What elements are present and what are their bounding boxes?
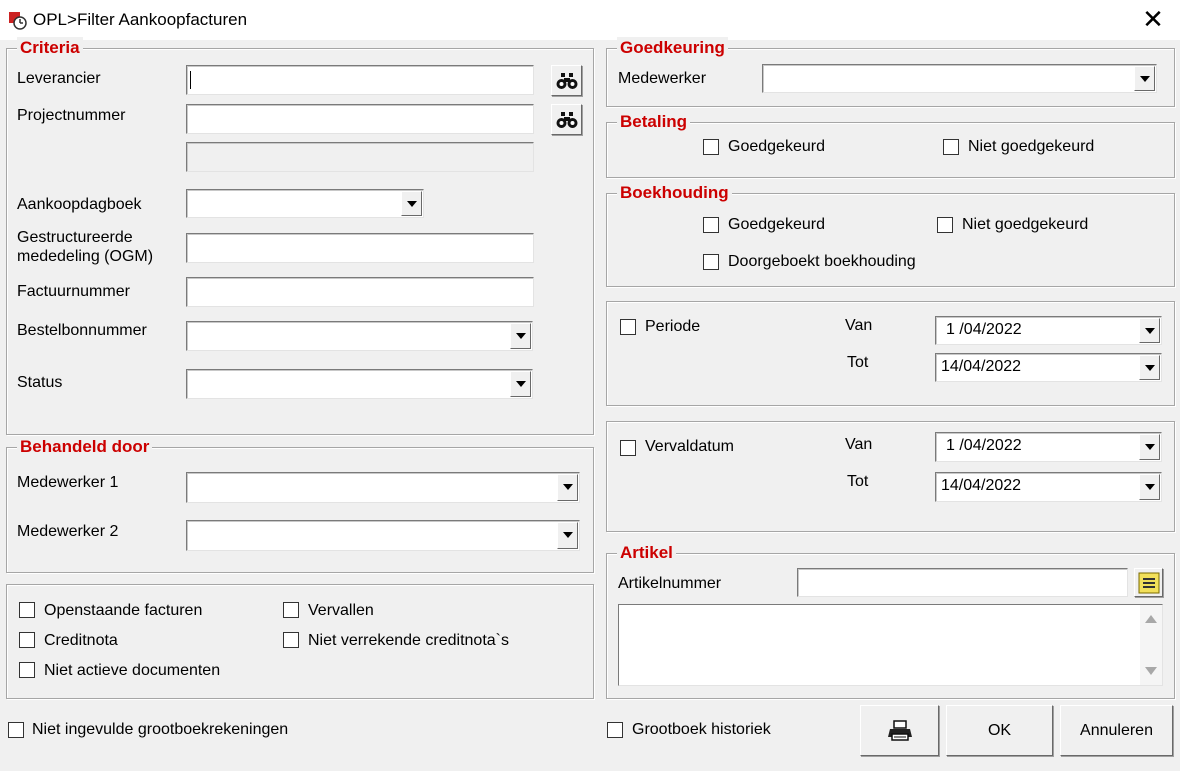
medewerker1-select[interactable] [186, 472, 580, 503]
niet-ingevulde-checkbox[interactable] [8, 722, 24, 738]
window-title: OPL>Filter Aankoopfacturen [33, 10, 248, 29]
niet-actieve-label: Niet actieve documenten [44, 662, 221, 679]
medewerker2-select[interactable] [186, 520, 580, 551]
niet-ingevulde-label: Niet ingevulde grootboekrekeningen [32, 721, 289, 738]
leverancier-label: Leverancier [17, 70, 101, 87]
text-caret [190, 71, 191, 89]
grootboek-historiek-checkbox[interactable] [607, 722, 623, 738]
chevron-down-icon[interactable] [1139, 474, 1160, 500]
periode-van-label: Van [845, 317, 873, 334]
title-bar: OPL>Filter Aankoopfacturen ✕ [0, 0, 1180, 40]
ok-button[interactable]: OK [946, 705, 1053, 756]
print-button[interactable] [860, 705, 939, 756]
vervaldatum-tot-label: Tot [847, 473, 869, 490]
vervallen-label: Vervallen [308, 602, 374, 619]
artikel-lookup-button[interactable] [1134, 568, 1163, 597]
bestelbonnummer-label: Bestelbonnummer [17, 322, 147, 339]
chevron-down-icon[interactable] [1139, 434, 1160, 460]
list-lookup-icon [1138, 572, 1159, 593]
artikelnummer-input[interactable] [797, 568, 1128, 597]
aankoopdagboek-select[interactable] [186, 189, 424, 218]
binoculars-icon [556, 111, 577, 128]
betaling-goedgekeurd-label: Goedgekeurd [728, 138, 825, 155]
bestelbonnummer-select[interactable] [186, 321, 533, 351]
close-button[interactable]: ✕ [1136, 4, 1170, 36]
periode-label: Periode [645, 318, 701, 335]
vervallen-checkbox[interactable] [283, 602, 299, 618]
factuurnummer-label: Factuurnummer [17, 283, 130, 300]
chevron-down-icon[interactable] [1134, 66, 1155, 91]
periode-tot-date[interactable]: 14/04/2022 [935, 353, 1162, 382]
projectnummer-input[interactable] [186, 104, 534, 134]
app-icon [9, 12, 27, 30]
openstaande-facturen-checkbox[interactable] [19, 602, 35, 618]
periode-checkbox[interactable] [620, 319, 636, 335]
artikel-scrollbar[interactable] [1140, 605, 1162, 685]
criteria-legend: Criteria [17, 37, 83, 59]
betaling-legend: Betaling [617, 111, 691, 133]
chevron-down-icon[interactable] [510, 371, 531, 397]
behandeld-door-group: Behandeld door [6, 436, 594, 573]
annuleren-button[interactable]: Annuleren [1060, 705, 1173, 756]
goedkeuring-legend: Goedkeuring [617, 37, 728, 59]
leverancier-search-button[interactable] [551, 65, 582, 96]
ogm-label: Gestructureerde mededeling (OGM) [17, 229, 154, 265]
printer-icon [887, 719, 912, 741]
betaling-niet-goedgekeurd-checkbox[interactable] [943, 139, 959, 155]
medewerker2-label: Medewerker 2 [17, 523, 119, 540]
leverancier-input[interactable] [186, 65, 534, 95]
chevron-down-icon[interactable] [1139, 355, 1160, 380]
close-icon: ✕ [1142, 5, 1164, 35]
grootboek-historiek-label: Grootboek historiek [632, 721, 771, 738]
niet-verrekende-checkbox[interactable] [283, 632, 299, 648]
doorgeboekt-checkbox[interactable] [703, 254, 719, 270]
boekhouding-goedgekeurd-label: Goedgekeurd [728, 216, 825, 233]
niet-verrekende-label: Niet verrekende creditnota`s [308, 632, 509, 649]
boekhouding-niet-goedgekeurd-label: Niet goedgekeurd [962, 216, 1089, 233]
aankoopdagboek-label: Aankoopdagboek [17, 196, 142, 213]
boekhouding-legend: Boekhouding [617, 182, 732, 204]
creditnota-label: Creditnota [44, 632, 118, 649]
chevron-down-icon[interactable] [510, 323, 531, 349]
artikel-description-area[interactable] [618, 604, 1163, 686]
openstaande-facturen-label: Openstaande facturen [44, 602, 203, 619]
chevron-down-icon[interactable] [557, 522, 578, 549]
boekhouding-goedgekeurd-checkbox[interactable] [703, 217, 719, 233]
boekhouding-group: Boekhouding [606, 182, 1175, 287]
periode-van-date[interactable]: 1 /04/2022 [935, 316, 1162, 345]
artikelnummer-label: Artikelnummer [618, 575, 722, 592]
vervaldatum-van-date[interactable]: 1 /04/2022 [935, 432, 1162, 462]
projectnummer-description-field [186, 142, 534, 172]
artikel-legend: Artikel [617, 542, 676, 564]
binoculars-icon [556, 72, 577, 89]
vervaldatum-checkbox[interactable] [620, 440, 636, 456]
boekhouding-niet-goedgekeurd-checkbox[interactable] [937, 217, 953, 233]
periode-tot-label: Tot [847, 354, 869, 371]
goedkeuring-medewerker-label: Medewerker [618, 70, 707, 87]
projectnummer-search-button[interactable] [551, 104, 582, 135]
factuurnummer-input[interactable] [186, 277, 534, 307]
status-label: Status [17, 374, 63, 391]
chevron-down-icon[interactable] [1139, 318, 1160, 343]
vervaldatum-tot-date[interactable]: 14/04/2022 [935, 472, 1162, 502]
betaling-niet-goedgekeurd-label: Niet goedgekeurd [968, 138, 1095, 155]
projectnummer-label: Projectnummer [17, 107, 126, 124]
scroll-down-icon[interactable] [1145, 667, 1157, 675]
ogm-input[interactable] [186, 233, 534, 263]
behandeld-door-legend: Behandeld door [17, 436, 153, 458]
chevron-down-icon[interactable] [557, 474, 578, 501]
niet-actieve-checkbox[interactable] [19, 662, 35, 678]
vervaldatum-label: Vervaldatum [645, 438, 734, 455]
medewerker1-label: Medewerker 1 [17, 474, 119, 491]
chevron-down-icon[interactable] [401, 191, 422, 216]
doorgeboekt-label: Doorgeboekt boekhouding [728, 253, 916, 270]
status-select[interactable] [186, 369, 533, 399]
creditnota-checkbox[interactable] [19, 632, 35, 648]
scroll-up-icon[interactable] [1145, 615, 1157, 623]
vervaldatum-van-label: Van [845, 436, 873, 453]
betaling-goedgekeurd-checkbox[interactable] [703, 139, 719, 155]
goedkeuring-medewerker-select[interactable] [762, 64, 1157, 93]
